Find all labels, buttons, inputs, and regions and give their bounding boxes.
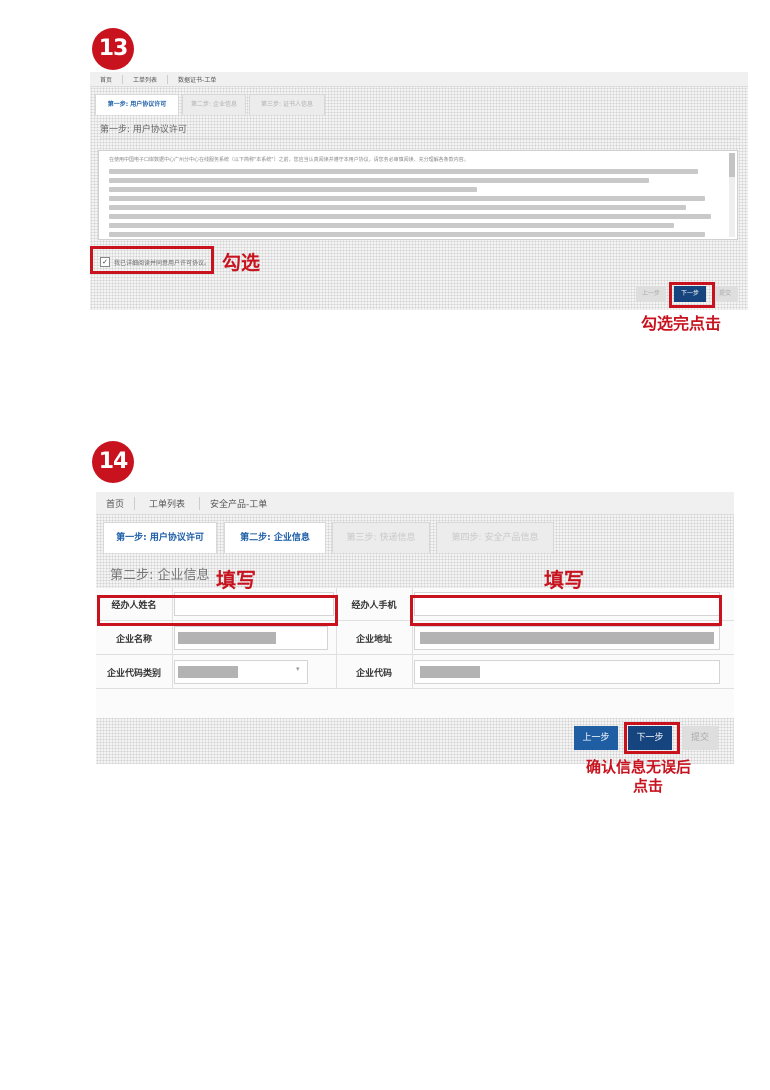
- step-13-number-badge: 13: [92, 28, 134, 70]
- breadcrumb-work-orders[interactable]: 工单列表: [135, 496, 201, 510]
- checkbox-highlight-box: [90, 246, 214, 274]
- agreement-scrollbar[interactable]: [729, 153, 735, 237]
- annotation-fill-right: 填写: [544, 568, 584, 592]
- annotation-confirm-line1: 确认信息无误后: [586, 758, 692, 776]
- breadcrumb: 首页 工单列表 安全产品-工单: [96, 492, 734, 515]
- tab-shipping-info[interactable]: 第三步: 快递信息: [332, 522, 430, 553]
- tab-user-agreement[interactable]: 第一步: 用户协议许可: [103, 522, 217, 553]
- tab-company-info[interactable]: 第二步: 企业信息: [224, 522, 326, 553]
- agent-phone-label: 经办人手机: [351, 601, 397, 611]
- breadcrumb-home[interactable]: 首页: [96, 496, 136, 510]
- submit-button[interactable]: 提交: [712, 286, 738, 302]
- company-name-redacted: [178, 632, 276, 644]
- prev-button[interactable]: 上一步: [636, 286, 666, 302]
- tab-certificate-holder[interactable]: 第三步: 证书人信息: [249, 94, 325, 115]
- annotation-click-after-check: 勾选完点击: [641, 314, 722, 333]
- next-button-highlight-box: [669, 282, 715, 308]
- company-code-type-label: 企业代码类别: [106, 669, 161, 679]
- agreement-text: 在使用中国电子口岸数据中心广州分中心在线服务系统（以下简称"本系统"）之前，您应…: [109, 157, 469, 163]
- company-code-redacted: [420, 666, 480, 678]
- tab-security-product-info[interactable]: 第四步: 安全产品信息: [436, 522, 554, 553]
- breadcrumb-current: 安全产品-工单: [210, 499, 268, 510]
- annotation-confirm-line2: 点击: [633, 777, 664, 795]
- chevron-down-icon[interactable]: ▾: [296, 665, 300, 673]
- next-button-highlight-box: [624, 722, 680, 754]
- tab-user-agreement[interactable]: 第一步: 用户协议许可: [95, 94, 179, 115]
- agreement-textbox[interactable]: 在使用中国电子口岸数据中心广州分中心在线服务系统（以下简称"本系统"）之前，您应…: [98, 150, 738, 240]
- step-14-number-badge: 14: [92, 441, 134, 483]
- section-title: 第二步: 企业信息: [110, 568, 210, 583]
- company-name-label: 企业名称: [115, 635, 152, 645]
- breadcrumb-current: 数据证书-工单: [178, 76, 217, 84]
- company-code-label: 企业代码: [355, 669, 392, 679]
- submit-button[interactable]: 提交: [682, 726, 718, 750]
- annotation-fill-left: 填写: [216, 568, 256, 592]
- breadcrumb-home[interactable]: 首页: [90, 74, 124, 84]
- annotation-check: 勾选: [222, 252, 261, 274]
- agent-name-highlight-box: [97, 595, 338, 626]
- agent-phone-highlight-box: [410, 595, 722, 626]
- prev-button[interactable]: 上一步: [574, 726, 618, 750]
- tab-company-info[interactable]: 第二步: 企业信息: [182, 94, 246, 115]
- company-address-redacted: [420, 632, 714, 644]
- company-code-type-redacted: [178, 666, 238, 678]
- section-title: 第一步: 用户协议许可: [100, 125, 187, 135]
- step-13-screenshot: 首页 工单列表 数据证书-工单 第一步: 用户协议许可 第二步: 企业信息 第三…: [90, 72, 748, 310]
- company-address-label: 企业地址: [355, 635, 392, 645]
- divider: [100, 138, 740, 139]
- breadcrumb: 首页 工单列表 数据证书-工单: [90, 72, 748, 87]
- breadcrumb-work-orders[interactable]: 工单列表: [123, 74, 169, 84]
